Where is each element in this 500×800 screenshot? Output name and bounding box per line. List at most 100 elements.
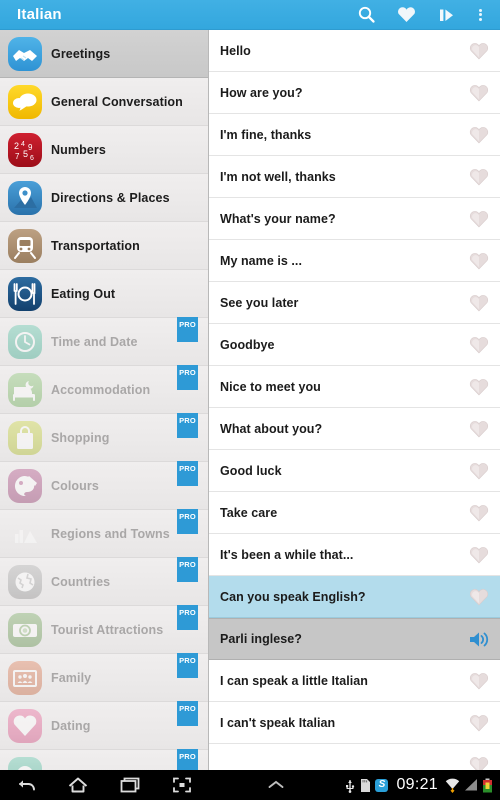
favorite-icon[interactable] bbox=[458, 492, 500, 534]
sidebar-item-label: General Conversation bbox=[51, 94, 183, 109]
sidebar-item-transportation[interactable]: Transportation bbox=[0, 222, 208, 270]
pro-badge[interactable]: PRO bbox=[177, 413, 198, 438]
sidebar-item-shopping[interactable]: Shopping PRO bbox=[0, 413, 208, 462]
sidebar-item-time-and-date[interactable]: Time and Date PRO bbox=[0, 317, 208, 366]
phrase-list[interactable]: Hello How are you? I'm fine, thanks I'm not… bbox=[209, 30, 500, 770]
phrase-row[interactable] bbox=[209, 744, 500, 770]
favorite-icon[interactable] bbox=[458, 408, 500, 450]
phrase-text: Take care bbox=[220, 505, 278, 520]
skype-icon: S bbox=[375, 778, 389, 792]
phrase-row[interactable]: Goodbye bbox=[209, 324, 500, 366]
pro-badge[interactable]: PRO bbox=[177, 509, 198, 534]
speaker-icon[interactable] bbox=[458, 618, 500, 660]
favorite-icon[interactable] bbox=[458, 324, 500, 366]
screenshot-button[interactable] bbox=[156, 770, 208, 800]
translation-row[interactable]: Parli inglese? bbox=[209, 618, 500, 660]
phrase-text: What about you? bbox=[220, 421, 323, 436]
translation-text: Parli inglese? bbox=[220, 632, 302, 646]
sidebar-item-greetings[interactable]: Greetings bbox=[0, 30, 208, 78]
favorite-icon[interactable] bbox=[458, 30, 500, 72]
action-bar: Italian bbox=[0, 0, 500, 30]
phrase-row[interactable]: What about you? bbox=[209, 408, 500, 450]
favorite-icon[interactable] bbox=[458, 660, 500, 702]
phrase-text: Can you speak English? bbox=[220, 589, 366, 604]
expand-button[interactable] bbox=[250, 770, 302, 800]
phrase-row[interactable]: Take care bbox=[209, 492, 500, 534]
favorites-icon[interactable] bbox=[386, 0, 426, 30]
action-bar-buttons bbox=[346, 0, 500, 30]
phrase-row[interactable]: What's your name? bbox=[209, 198, 500, 240]
home-button[interactable] bbox=[52, 770, 104, 800]
pro-badge[interactable]: PRO bbox=[177, 701, 198, 726]
handshake-icon bbox=[8, 36, 42, 71]
favorite-icon[interactable] bbox=[458, 282, 500, 324]
sidebar-item-tourist-attractions[interactable]: Tourist Attractions PRO bbox=[0, 605, 208, 654]
favorite-icon[interactable] bbox=[458, 72, 500, 114]
svg-text:4: 4 bbox=[21, 141, 25, 148]
train-icon bbox=[8, 228, 42, 263]
cutlery-icon bbox=[8, 276, 42, 311]
phrase-text: Hello bbox=[220, 43, 251, 58]
sidebar-item-accommodation[interactable]: Accommodation PRO bbox=[0, 365, 208, 414]
favorite-icon[interactable] bbox=[458, 702, 500, 744]
phrase-row[interactable]: How are you? bbox=[209, 72, 500, 114]
phrase-row[interactable]: I'm not well, thanks bbox=[209, 156, 500, 198]
favorite-icon[interactable] bbox=[458, 366, 500, 408]
phrase-row[interactable]: Good luck bbox=[209, 450, 500, 492]
favorite-icon[interactable] bbox=[458, 744, 500, 770]
wifi-icon bbox=[445, 778, 460, 793]
overflow-menu-icon[interactable] bbox=[466, 0, 494, 30]
back-button[interactable] bbox=[0, 770, 52, 800]
sidebar-item-label: Countries bbox=[51, 574, 111, 589]
favorite-icon[interactable] bbox=[458, 198, 500, 240]
pro-badge[interactable]: PRO bbox=[177, 461, 198, 486]
menu-dot bbox=[478, 13, 482, 16]
phrase-row[interactable]: Can you speak English? bbox=[209, 576, 500, 618]
sidebar-item-colours[interactable]: Colours PRO bbox=[0, 461, 208, 510]
phrase-row[interactable]: See you later bbox=[209, 282, 500, 324]
pro-badge[interactable]: PRO bbox=[177, 557, 198, 582]
phrase-row[interactable]: Nice to meet you bbox=[209, 366, 500, 408]
sidebar-item-family[interactable]: Family PRO bbox=[0, 653, 208, 702]
favorite-icon[interactable] bbox=[458, 576, 500, 618]
android-navigation-bar: S 09:21 bbox=[0, 770, 500, 800]
partial-icon bbox=[8, 756, 42, 770]
pro-badge[interactable]: PRO bbox=[177, 365, 198, 390]
sidebar-item-label: Accommodation bbox=[51, 382, 151, 397]
pro-badge[interactable]: PRO bbox=[177, 653, 198, 678]
sidebar-item-regions-and-towns[interactable]: Regions and Towns PRO bbox=[0, 509, 208, 558]
category-sidebar[interactable]: Greetings General Conversation 2 4 9 7 5 6 Numbe… bbox=[0, 30, 209, 770]
phrase-row[interactable]: My name is ... bbox=[209, 240, 500, 282]
recents-button[interactable] bbox=[104, 770, 156, 800]
sidebar-item-dating[interactable]: Dating PRO bbox=[0, 701, 208, 750]
phrase-row[interactable]: I'm fine, thanks bbox=[209, 114, 500, 156]
favorite-icon[interactable] bbox=[458, 534, 500, 576]
pro-badge[interactable]: PRO bbox=[177, 605, 198, 630]
phrase-row[interactable]: It's been a while that... bbox=[209, 534, 500, 576]
phrase-row[interactable]: I can speak a little Italian bbox=[209, 660, 500, 702]
sidebar-item-label: Shopping bbox=[51, 430, 110, 445]
sidebar-item-label: Colours bbox=[51, 478, 99, 493]
sidebar-item-numbers[interactable]: 2 4 9 7 5 6 Numbers bbox=[0, 126, 208, 174]
search-icon[interactable] bbox=[346, 0, 386, 30]
pro-badge[interactable]: PRO bbox=[177, 749, 198, 770]
phrase-text: I can speak a little Italian bbox=[220, 673, 368, 688]
svg-text:2: 2 bbox=[14, 141, 19, 151]
favorite-icon[interactable] bbox=[458, 114, 500, 156]
sidebar-item-countries[interactable]: Countries PRO bbox=[0, 557, 208, 606]
phrase-text: I'm fine, thanks bbox=[220, 127, 312, 142]
sidebar-item-directions-places[interactable]: Directions & Places bbox=[0, 174, 208, 222]
sidebar-item-eating-out[interactable]: Eating Out bbox=[0, 270, 208, 318]
sidebar-item-general-conversation[interactable]: General Conversation bbox=[0, 78, 208, 126]
favorite-icon[interactable] bbox=[458, 156, 500, 198]
phrase-text: What's your name? bbox=[220, 211, 336, 226]
favorite-icon[interactable] bbox=[458, 450, 500, 492]
sidebar-item-label: Transportation bbox=[51, 238, 140, 253]
slideshow-icon[interactable] bbox=[426, 0, 466, 30]
sidebar-item-label: Time and Date bbox=[51, 334, 138, 349]
pro-badge[interactable]: PRO bbox=[177, 317, 198, 342]
sidebar-item-partial[interactable]: PRO bbox=[0, 749, 208, 770]
favorite-icon[interactable] bbox=[458, 240, 500, 282]
phrase-row[interactable]: Hello bbox=[209, 30, 500, 72]
phrase-row[interactable]: I can't speak Italian bbox=[209, 702, 500, 744]
